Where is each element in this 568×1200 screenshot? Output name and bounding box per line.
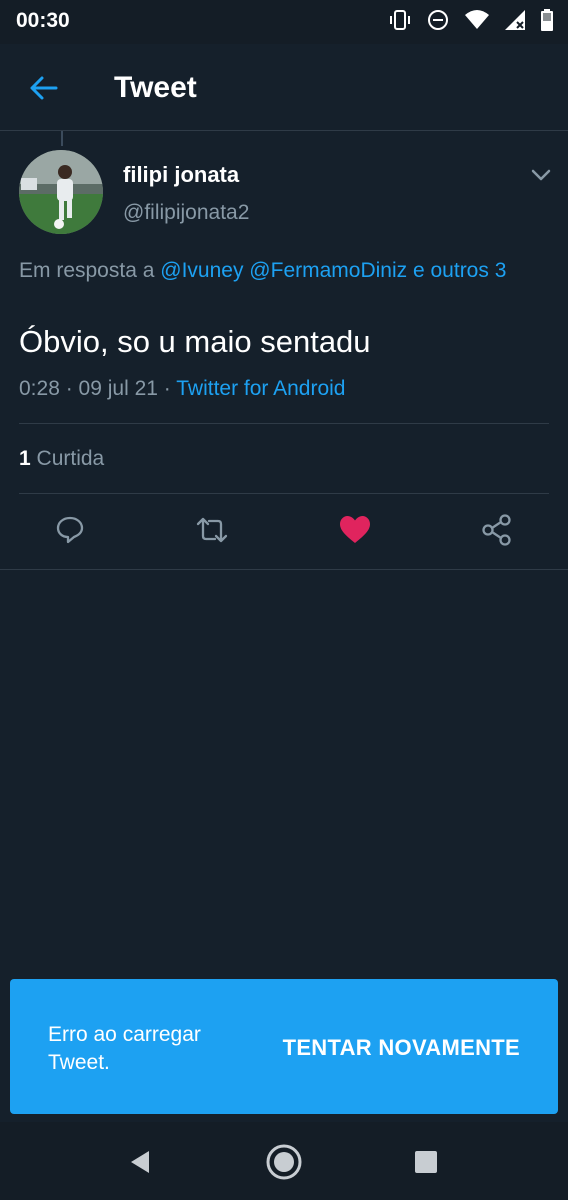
status-icons	[388, 8, 554, 37]
like-icon	[340, 516, 370, 543]
error-snackbar: Erro ao carregar Tweet. TENTAR NOVAMENTE	[10, 979, 558, 1114]
tweet-meta: 0:28 · 09 jul 21 · Twitter for Android	[19, 377, 345, 401]
signal-icon	[504, 8, 526, 37]
retweet-icon	[196, 517, 228, 543]
avatar[interactable]	[19, 150, 103, 234]
mention-link[interactable]: @Ivuney	[160, 259, 243, 282]
tweet-menu-button[interactable]	[530, 164, 552, 186]
page-title: Tweet	[114, 71, 197, 104]
vibrate-icon	[388, 8, 412, 37]
status-bar: 00:30	[0, 0, 568, 44]
tweet-timestamp: 0:28 · 09 jul 21 ·	[19, 377, 171, 400]
divider	[19, 493, 549, 494]
author-name[interactable]: filipi jonata	[123, 162, 239, 188]
recents-square-icon	[415, 1151, 437, 1173]
home-circle-icon	[266, 1144, 302, 1180]
nav-home-button[interactable]	[264, 1142, 304, 1182]
reply-prefix: Em resposta a	[19, 259, 155, 282]
nav-recents-button[interactable]	[406, 1142, 446, 1182]
back-triangle-icon	[131, 1151, 149, 1173]
nav-back-button[interactable]	[120, 1142, 160, 1182]
chevron-down-icon	[531, 169, 551, 181]
likes-count[interactable]: 1 Curtida	[19, 447, 104, 471]
back-button[interactable]	[26, 70, 62, 106]
author-handle[interactable]: @filipijonata2	[123, 201, 249, 225]
arrow-left-icon	[30, 76, 58, 100]
reply-icon	[56, 516, 84, 544]
reply-button[interactable]	[50, 510, 90, 550]
snackbar-message: Erro ao carregar Tweet.	[48, 1023, 201, 1074]
do-not-disturb-icon	[426, 8, 450, 37]
battery-icon	[540, 8, 554, 37]
retweet-button[interactable]	[192, 510, 232, 550]
share-icon	[482, 514, 511, 546]
likes-number: 1	[19, 447, 31, 470]
share-button[interactable]	[477, 510, 517, 550]
tweet-text: Óbvio, so u maio sentadu	[19, 324, 371, 359]
app-bar: Tweet	[0, 44, 568, 131]
thread-connector-line	[61, 131, 63, 146]
mention-link[interactable]: @FermamoDiniz	[249, 259, 407, 282]
reply-context: Em resposta a @Ivuney @FermamoDiniz e ou…	[19, 255, 549, 286]
others-link[interactable]: e outros 3	[413, 259, 506, 282]
status-time: 00:30	[16, 9, 70, 32]
like-button[interactable]	[335, 510, 375, 550]
retry-button[interactable]: TENTAR NOVAMENTE	[283, 1035, 520, 1061]
wifi-icon	[464, 8, 490, 37]
divider	[0, 569, 568, 570]
likes-label: Curtida	[36, 447, 105, 470]
tweet-source-link[interactable]: Twitter for Android	[176, 377, 345, 400]
system-nav-bar	[0, 1122, 568, 1200]
divider	[19, 423, 549, 424]
avatar-image	[19, 150, 103, 234]
